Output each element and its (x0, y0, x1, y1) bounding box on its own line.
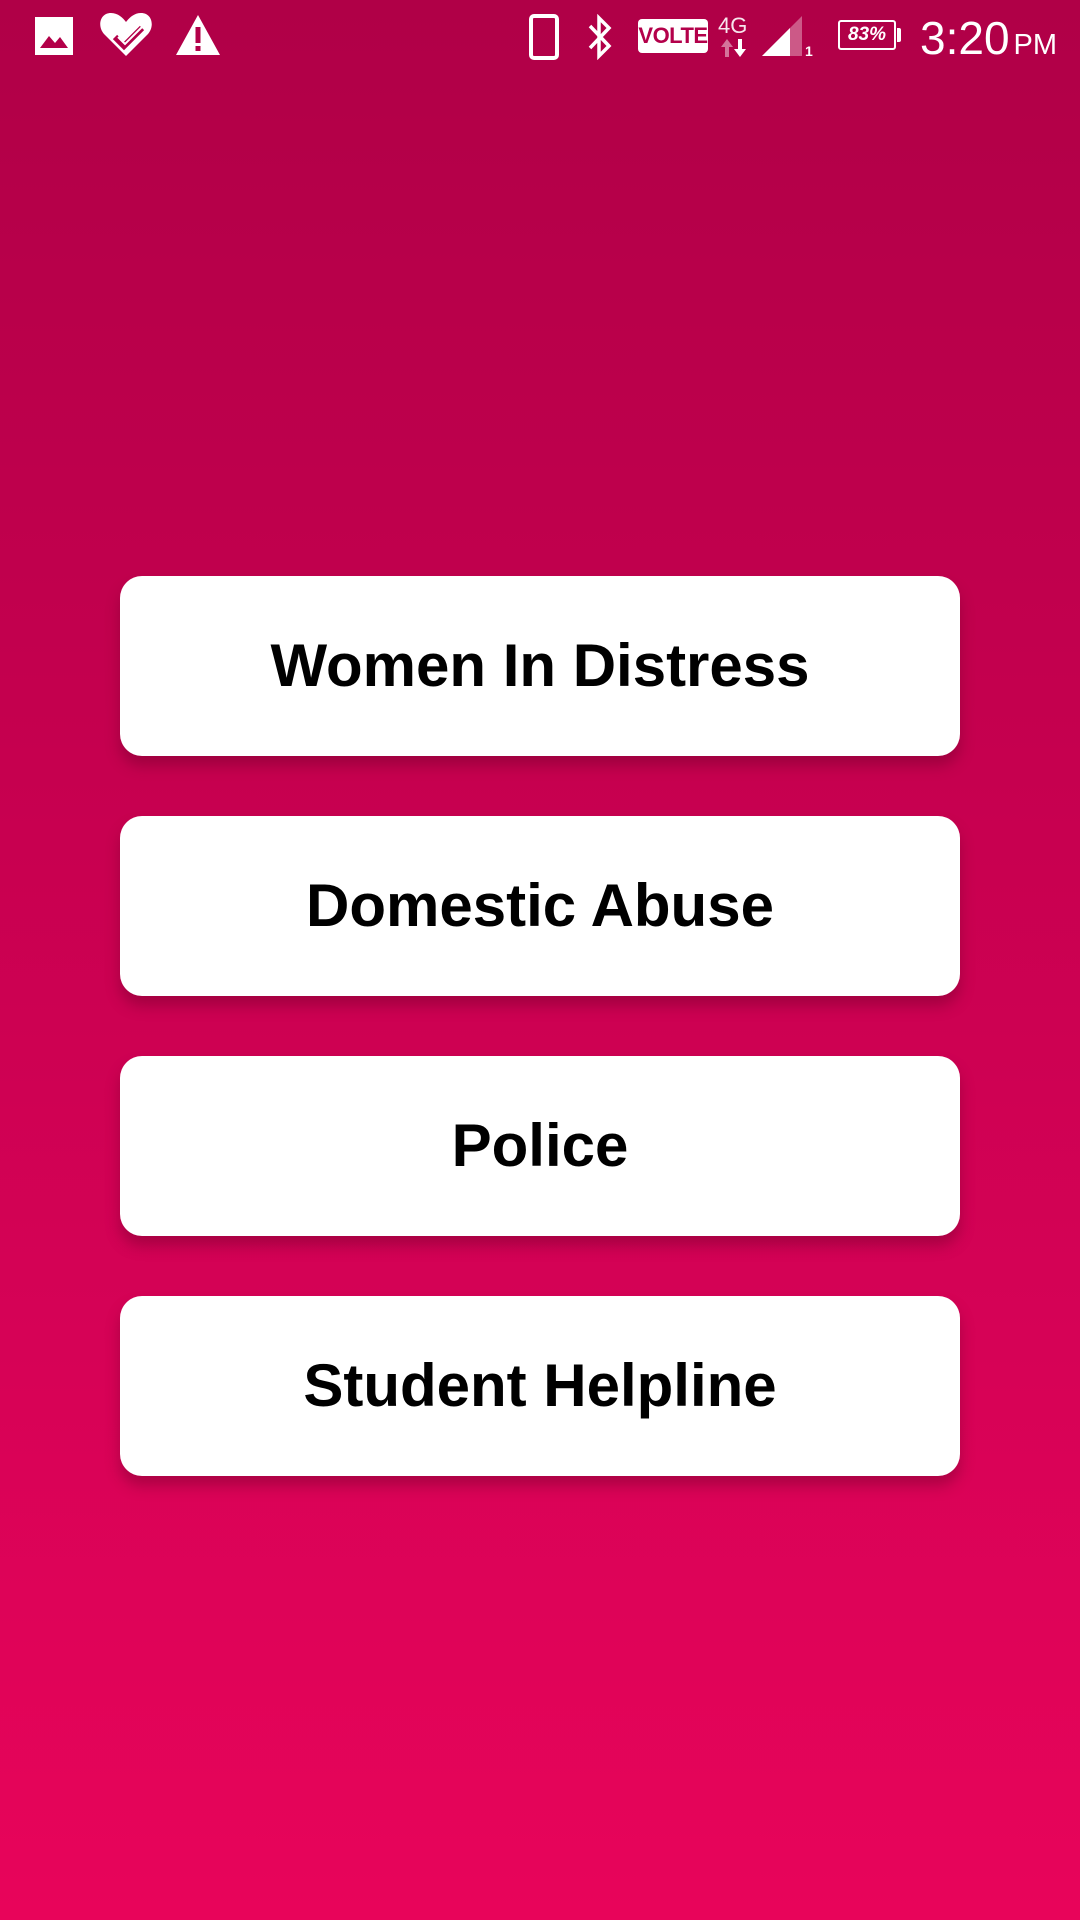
clock-ampm: PM (1013, 29, 1058, 61)
network-4g-icon (721, 39, 746, 57)
heart-check-icon (100, 13, 152, 56)
warning-icon (176, 15, 220, 55)
status-bar: VOLTE 4G 1 83% 3:20 PM (0, 0, 1080, 75)
student-helpline-button[interactable]: Student Helpline (120, 1296, 960, 1476)
clock-time: 3:20 (920, 12, 1010, 64)
volte-badge: VOLTE (638, 19, 708, 53)
bluetooth-icon (588, 14, 612, 60)
signal-icon (762, 16, 802, 56)
women-in-distress-button[interactable]: Women In Distress (120, 576, 960, 756)
phone-icon (529, 14, 559, 60)
police-button[interactable]: Police (120, 1056, 960, 1236)
helpline-menu: Women In Distress Domestic Abuse Police … (120, 576, 960, 1536)
sim-slot-label: 1 (805, 43, 813, 59)
domestic-abuse-button[interactable]: Domestic Abuse (120, 816, 960, 996)
clock: 3:20 PM (920, 10, 1070, 66)
image-icon (35, 17, 73, 55)
battery-percent: 83% (847, 24, 887, 45)
battery-icon: 83% (838, 20, 896, 50)
network-type-label: 4G (718, 13, 748, 38)
battery-cap (897, 28, 901, 42)
